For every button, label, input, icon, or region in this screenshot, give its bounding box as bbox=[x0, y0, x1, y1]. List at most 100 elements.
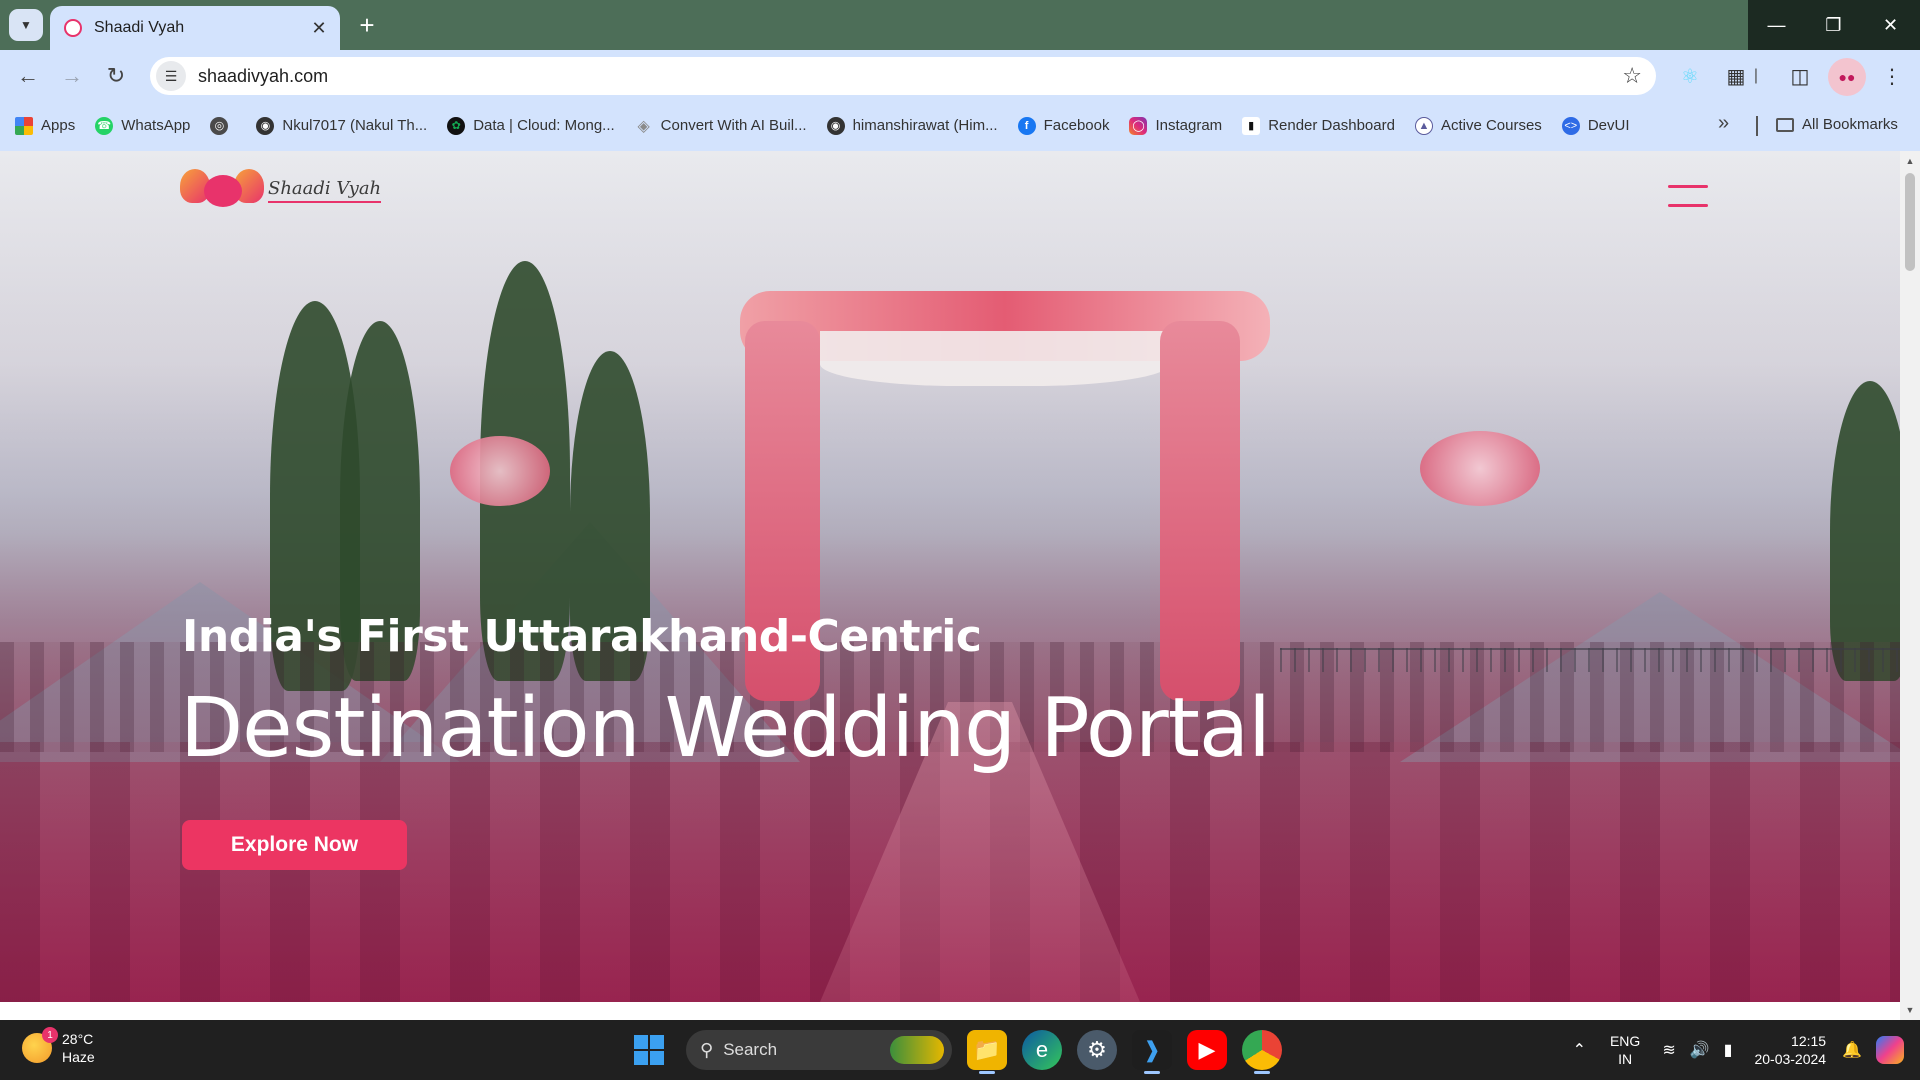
bookmark-globe[interactable]: ◎ bbox=[210, 116, 236, 135]
railing-image bbox=[1280, 648, 1900, 672]
flower-arrangement-image bbox=[1420, 431, 1540, 506]
profile-avatar[interactable]: ●● bbox=[1828, 58, 1866, 96]
notification-badge: 1 bbox=[42, 1027, 58, 1043]
edge-browser-icon[interactable]: e bbox=[1022, 1030, 1062, 1070]
copilot-icon[interactable] bbox=[1876, 1036, 1904, 1064]
bookmark-star-icon[interactable]: ☆ bbox=[1622, 63, 1642, 89]
bookmark-devui[interactable]: <> DevUI bbox=[1561, 116, 1630, 135]
page-viewport: Shaadi Vyah India's First Uttarakhand-Ce… bbox=[0, 151, 1920, 1020]
reload-icon[interactable]: ↻ bbox=[100, 60, 132, 92]
extensions-puzzle-icon[interactable]: ▦ bbox=[1722, 62, 1750, 90]
youtube-icon[interactable]: ▶ bbox=[1187, 1030, 1227, 1070]
site-info-icon[interactable]: ☰ bbox=[156, 61, 186, 91]
floral-arch-post-image bbox=[1160, 321, 1240, 701]
page-scrollbar[interactable]: ▲ ▼ bbox=[1900, 151, 1920, 1020]
forward-arrow-icon[interactable]: → bbox=[56, 60, 88, 92]
toolbar-divider: | bbox=[1753, 67, 1759, 84]
bookmark-active-courses[interactable]: ▲ Active Courses bbox=[1414, 116, 1542, 135]
browser-toolbar: ← → ↻ ☰ shaadivyah.com ☆ ⚛ ▦ | ◫ ●● ⋮ bbox=[0, 50, 1920, 100]
volume-icon[interactable]: 🔊 bbox=[1690, 1040, 1710, 1060]
settings-gear-icon[interactable]: ⚙ bbox=[1077, 1030, 1117, 1070]
search-icon: ⚲ bbox=[700, 1039, 714, 1060]
system-tray: ⌃ ENG IN ≋ 🔊 ▮ 12:15 20-03-2024 🔔 bbox=[1573, 1020, 1920, 1080]
render-icon: ▮ bbox=[1242, 116, 1261, 135]
arch-drape-image bbox=[820, 331, 1170, 386]
scroll-up-arrow-icon[interactable]: ▲ bbox=[1904, 155, 1916, 167]
bookmark-apps[interactable]: Apps bbox=[15, 116, 75, 135]
show-hidden-icons-chevron-icon[interactable]: ⌃ bbox=[1573, 1040, 1586, 1060]
windows-start-icon[interactable] bbox=[634, 1035, 664, 1065]
notification-bell-icon[interactable]: 🔔 bbox=[1842, 1040, 1862, 1060]
clock-time: 12:15 bbox=[1791, 1033, 1827, 1049]
wifi-icon[interactable]: ≋ bbox=[1662, 1040, 1675, 1060]
logo-text: Shaadi Vyah bbox=[268, 178, 382, 203]
more-bookmarks-chevron-icon[interactable]: » bbox=[1718, 112, 1729, 135]
browser-titlebar: ▼ Shaadi Vyah ✕ + — ❐ ✕ bbox=[0, 0, 1920, 50]
bookmark-github-himanshi[interactable]: ◉ himanshirawat (Him... bbox=[826, 116, 998, 135]
palki-logo-icon bbox=[180, 165, 264, 215]
folder-icon bbox=[1776, 117, 1794, 132]
hamburger-menu-icon[interactable] bbox=[1668, 185, 1708, 207]
taskbar-search-box[interactable]: ⚲ Search bbox=[686, 1030, 952, 1070]
file-explorer-icon[interactable]: 📁 bbox=[967, 1030, 1007, 1074]
whatsapp-icon: ☎ bbox=[95, 116, 114, 135]
close-tab-icon[interactable]: ✕ bbox=[306, 15, 332, 41]
site-logo[interactable]: Shaadi Vyah bbox=[180, 165, 382, 215]
close-window-icon[interactable]: ✕ bbox=[1862, 0, 1919, 50]
window-controls: — ❐ ✕ bbox=[1748, 0, 1920, 50]
bookmark-whatsapp[interactable]: ☎ WhatsApp bbox=[95, 116, 190, 135]
hero-section: Shaadi Vyah India's First Uttarakhand-Ce… bbox=[0, 151, 1920, 1002]
weather-temperature: 28°C bbox=[62, 1031, 94, 1047]
hero-title: Destination Wedding Portal bbox=[180, 681, 1271, 776]
clock[interactable]: 12:15 20-03-2024 bbox=[1754, 1032, 1826, 1068]
facebook-icon: f bbox=[1017, 116, 1036, 135]
tab-title: Shaadi Vyah bbox=[94, 19, 185, 36]
github-icon: ◉ bbox=[256, 116, 275, 135]
address-bar[interactable]: ☰ shaadivyah.com ☆ bbox=[150, 57, 1656, 95]
github-icon: ◉ bbox=[826, 116, 845, 135]
new-tab-button[interactable]: + bbox=[352, 10, 382, 40]
all-bookmarks-button[interactable]: All Bookmarks bbox=[1776, 116, 1898, 133]
bookmark-facebook[interactable]: f Facebook bbox=[1017, 116, 1109, 135]
chevron-down-icon: ▼ bbox=[20, 18, 32, 32]
browser-tab-active[interactable]: Shaadi Vyah ✕ bbox=[50, 6, 340, 50]
courses-icon: ▲ bbox=[1414, 116, 1433, 135]
scrollbar-thumb[interactable] bbox=[1905, 173, 1915, 271]
battery-icon[interactable]: ▮ bbox=[1724, 1040, 1733, 1060]
restore-icon[interactable]: ❐ bbox=[1805, 0, 1862, 50]
taskbar-apps: ⚲ Search 📁 e ⚙ ❱ ▶ bbox=[634, 1028, 1282, 1074]
chrome-icon[interactable] bbox=[1242, 1030, 1282, 1074]
bookmark-convert-ai[interactable]: ◈ Convert With AI Buil... bbox=[635, 117, 807, 135]
bookmark-render[interactable]: ▮ Render Dashboard bbox=[1242, 116, 1395, 135]
clock-date: 20-03-2024 bbox=[1754, 1051, 1827, 1067]
devui-icon: <> bbox=[1561, 116, 1580, 135]
site-favicon-icon bbox=[64, 19, 82, 37]
side-panel-icon[interactable]: ◫ bbox=[1786, 62, 1814, 90]
scroll-down-arrow-icon[interactable]: ▼ bbox=[1904, 1004, 1916, 1016]
taskbar-search-label: Search bbox=[723, 1040, 778, 1059]
bookmarks-bar: Apps ☎ WhatsApp ◎ ◉ Nkul7017 (Nakul Th..… bbox=[0, 100, 1920, 151]
mongodb-leaf-icon: ✿ bbox=[447, 116, 466, 135]
tab-search-button[interactable]: ▼ bbox=[9, 9, 43, 41]
react-devtools-icon[interactable]: ⚛ bbox=[1676, 62, 1704, 90]
back-arrow-icon[interactable]: ← bbox=[12, 60, 44, 92]
explore-now-button[interactable]: Explore Now bbox=[182, 820, 407, 870]
bookmark-instagram[interactable]: ◯ Instagram bbox=[1129, 116, 1222, 135]
minimize-icon[interactable]: — bbox=[1748, 0, 1805, 50]
instagram-icon: ◯ bbox=[1129, 116, 1148, 135]
globe-icon: ◎ bbox=[210, 116, 229, 135]
url-text[interactable]: shaadivyah.com bbox=[198, 66, 1622, 87]
bookmarks-divider bbox=[1756, 116, 1758, 136]
bookmark-github-nakul[interactable]: ◉ Nkul7017 (Nakul Th... bbox=[256, 116, 427, 135]
windows-taskbar: 1 28°C Haze ⚲ Search 📁 e ⚙ ❱ ▶ ⌃ ENG IN … bbox=[0, 1020, 1920, 1080]
vscode-icon[interactable]: ❱ bbox=[1132, 1030, 1172, 1074]
diamond-icon: ◈ bbox=[637, 117, 650, 135]
flower-arrangement-image bbox=[450, 436, 550, 506]
language-indicator[interactable]: ENG IN bbox=[1610, 1032, 1640, 1068]
bookmark-mongodb[interactable]: ✿ Data | Cloud: Mong... bbox=[447, 116, 615, 135]
chrome-menu-icon[interactable]: ⋮ bbox=[1878, 62, 1906, 90]
weather-sun-icon: 1 bbox=[22, 1027, 58, 1063]
tree-image bbox=[1830, 381, 1910, 681]
search-highlight-image bbox=[890, 1036, 944, 1064]
weather-widget[interactable]: 1 28°C Haze bbox=[22, 1027, 95, 1066]
